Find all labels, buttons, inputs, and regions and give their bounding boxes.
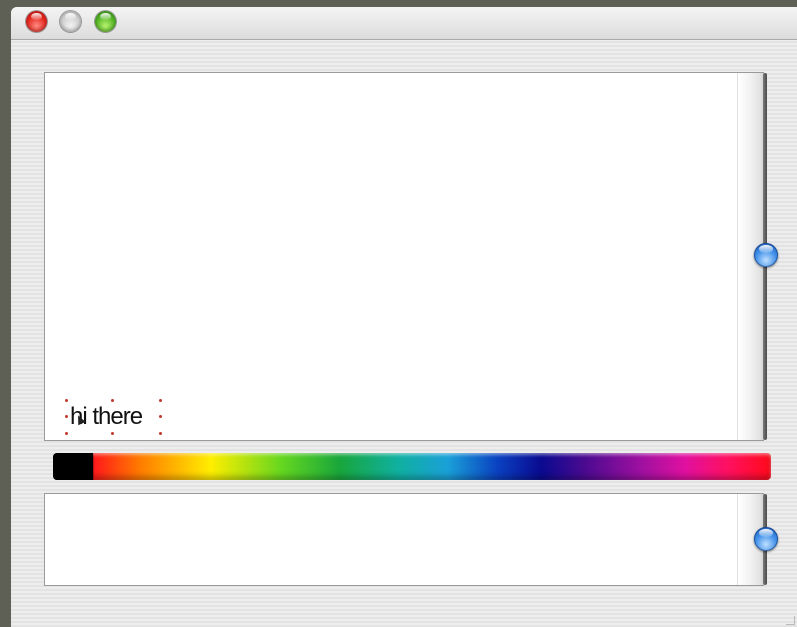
selection-handle[interactable] [65, 432, 68, 435]
lower-panel[interactable] [44, 493, 767, 586]
selection-handle[interactable] [65, 415, 68, 418]
resize-grip-icon[interactable] [786, 616, 795, 625]
app-window: hi there [11, 7, 797, 627]
selected-color-swatch[interactable] [53, 453, 93, 480]
text-item-selected[interactable]: hi there [65, 399, 162, 435]
drawing-canvas[interactable]: hi there [44, 72, 767, 441]
minimize-button[interactable] [60, 11, 81, 32]
selection-handle[interactable] [65, 399, 68, 402]
selection-handle[interactable] [159, 432, 162, 435]
slider-knob[interactable] [754, 243, 778, 267]
close-button[interactable] [26, 11, 47, 32]
title-bar[interactable] [11, 7, 797, 40]
zoom-button[interactable] [95, 11, 116, 32]
selection-handle[interactable] [159, 399, 162, 402]
selection-handle[interactable] [111, 432, 114, 435]
selection-handle[interactable] [111, 399, 114, 402]
slider-knob-lower[interactable] [754, 527, 778, 551]
selection-handle[interactable] [159, 415, 162, 418]
color-spectrum-bar[interactable] [53, 453, 771, 480]
